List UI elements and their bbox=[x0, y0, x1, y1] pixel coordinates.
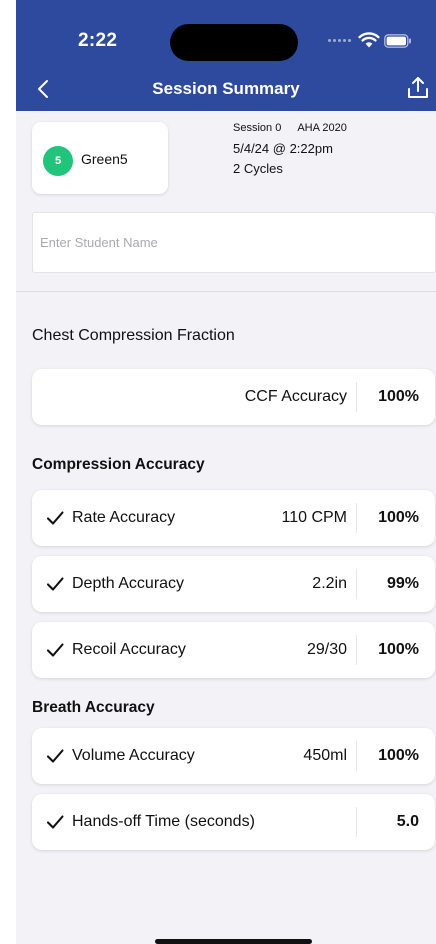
student-name: Green5 bbox=[81, 151, 128, 167]
metric-card-rate[interactable]: Rate Accuracy 110 CPM 100% bbox=[32, 490, 435, 546]
separator bbox=[356, 635, 357, 665]
divider bbox=[16, 291, 436, 292]
separator bbox=[356, 503, 357, 533]
metric-card-depth[interactable]: Depth Accuracy 2.2in 99% bbox=[32, 556, 435, 612]
metric-label: Depth Accuracy bbox=[72, 575, 185, 592]
metric-card-ccf[interactable]: CCF Accuracy 100% bbox=[32, 369, 435, 425]
navigation-header: 2:22 Session Summary bbox=[16, 0, 436, 111]
metric-label: Hands-off Time (seconds) bbox=[72, 813, 255, 830]
metric-card-volume[interactable]: Volume Accuracy 450ml 100% bbox=[32, 728, 435, 784]
battery-icon bbox=[384, 34, 411, 48]
metric-card-recoil[interactable]: Recoil Accuracy 29/30 100% bbox=[32, 622, 435, 678]
metric-value: 100% bbox=[378, 641, 419, 658]
checkmark-icon bbox=[46, 815, 64, 829]
section-title-breath: Breath Accuracy bbox=[32, 699, 155, 716]
metric-value: 100% bbox=[378, 388, 419, 405]
metric-value: 5.0 bbox=[396, 813, 419, 830]
metric-card-hands-off[interactable]: Hands-off Time (seconds) 5.0 bbox=[32, 794, 435, 850]
home-indicator[interactable] bbox=[155, 939, 312, 944]
section-title-compression: Compression Accuracy bbox=[32, 456, 205, 473]
page-title: Session Summary bbox=[152, 79, 300, 98]
metric-detail: 110 CPM bbox=[281, 509, 347, 526]
session-datetime: 5/4/24 @ 2:22pm bbox=[233, 141, 333, 156]
cellular-signal-icon bbox=[328, 39, 356, 45]
separator bbox=[356, 741, 357, 771]
student-name-input[interactable] bbox=[32, 212, 436, 273]
metric-detail: 2.2in bbox=[312, 575, 347, 592]
metric-label: CCF Accuracy bbox=[244, 388, 347, 405]
separator bbox=[356, 807, 357, 837]
metric-detail: 29/30 bbox=[306, 641, 347, 658]
checkmark-icon bbox=[46, 749, 64, 763]
metric-value: 99% bbox=[386, 575, 419, 592]
metric-detail: 450ml bbox=[303, 747, 347, 764]
session-info: Session 0 AHA 2020 5/4/24 @ 2:22pm 2 Cycl… bbox=[233, 122, 347, 179]
metric-value: 100% bbox=[378, 747, 419, 764]
checkmark-icon bbox=[46, 643, 64, 657]
wifi-icon bbox=[358, 32, 380, 48]
separator bbox=[356, 382, 357, 412]
share-icon[interactable] bbox=[406, 75, 430, 101]
session-label: Session 0 bbox=[233, 122, 282, 134]
metric-label: Recoil Accuracy bbox=[72, 641, 186, 658]
checkmark-icon bbox=[46, 577, 64, 591]
separator bbox=[356, 569, 357, 599]
checkmark-icon bbox=[46, 511, 64, 525]
session-cycles: 2 Cycles bbox=[233, 161, 283, 176]
student-badge: 5 bbox=[43, 146, 73, 176]
student-card[interactable]: 5 Green5 bbox=[32, 122, 168, 194]
metric-value: 100% bbox=[378, 509, 419, 526]
session-standard: AHA 2020 bbox=[297, 122, 347, 134]
status-time: 2:22 bbox=[78, 30, 118, 51]
metric-label: Volume Accuracy bbox=[72, 747, 195, 764]
metric-label: Rate Accuracy bbox=[72, 509, 176, 526]
dynamic-island bbox=[170, 24, 298, 61]
section-title-ccf: Chest Compression Fraction bbox=[32, 327, 235, 344]
app-screen: 2:22 Session Summary 5 Green5 Session 0 A… bbox=[16, 0, 436, 944]
